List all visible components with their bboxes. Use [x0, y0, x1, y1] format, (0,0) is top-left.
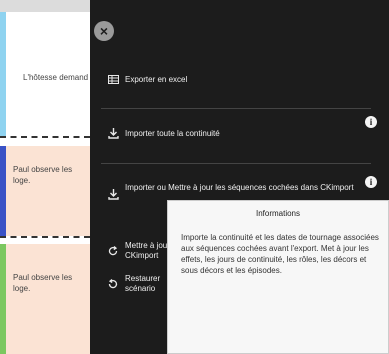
menu-item-import-update[interactable]: Importer ou Mettre à jour les séquences …: [107, 183, 365, 200]
tooltip-title: Informations: [255, 209, 301, 218]
sequence-card-3-text: Paul observe les loge.: [13, 273, 73, 293]
top-card-fragment: [0, 0, 90, 12]
tooltip-body: Importe la continuité et les dates de to…: [181, 233, 379, 275]
sequence-separator: [0, 136, 90, 146]
menu-item-import-all[interactable]: Importer toute la continuité: [107, 128, 220, 139]
info-icon[interactable]: i: [365, 116, 377, 128]
menu-item-label: Importer toute la continuité: [125, 129, 220, 138]
table-icon: [107, 75, 119, 84]
menu-divider: [101, 163, 371, 164]
menu-item-label: Exporter en excel: [125, 75, 188, 84]
menu-item-update-ckimport[interactable]: Mettre à jour CKimport: [107, 241, 175, 261]
sequence-card-1-text: L'hôtesse demand: [23, 73, 89, 82]
menu-divider: [101, 108, 371, 109]
refresh-icon: [107, 246, 119, 256]
info-icon[interactable]: i: [365, 176, 377, 188]
close-icon: ×: [99, 23, 109, 39]
sequence-card-2[interactable]: Paul observe les loge.: [0, 146, 90, 236]
sequence-separator: [0, 236, 90, 244]
restore-icon: [107, 279, 119, 289]
sequence-card-1[interactable]: L'hôtesse demand: [0, 12, 90, 136]
menu-item-label: Importer ou Mettre à jour les séquences …: [125, 183, 354, 192]
sequence-card-3[interactable]: Paul observe les loge.: [0, 244, 90, 354]
menu-item-export-excel[interactable]: Exporter en excel: [107, 75, 187, 84]
download-icon: [107, 128, 119, 139]
close-button[interactable]: ×: [94, 21, 114, 41]
sequence-card-2-text: Paul observe les loge.: [13, 165, 73, 185]
download-icon: [107, 189, 119, 200]
info-tooltip: Informations Importe la continuité et le…: [167, 200, 389, 354]
menu-item-restore-scenario[interactable]: Restaurer scénario: [107, 274, 175, 294]
